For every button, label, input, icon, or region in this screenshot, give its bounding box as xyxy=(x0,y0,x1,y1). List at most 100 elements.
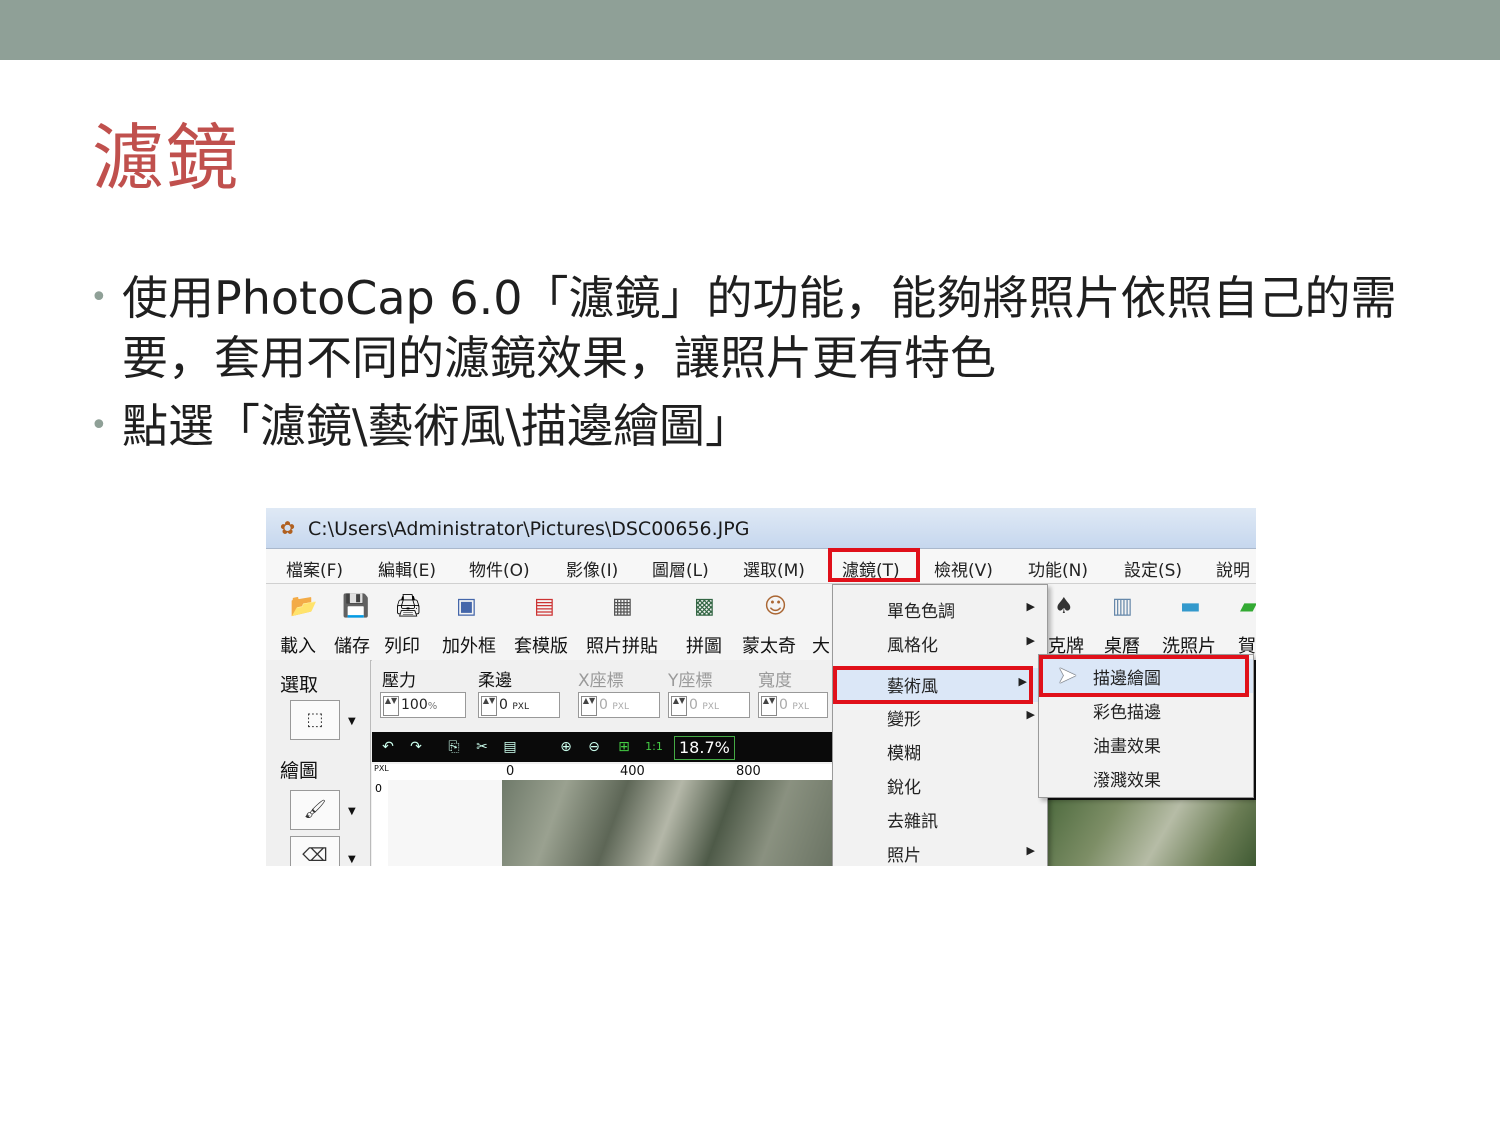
pressure-spinner[interactable]: ▲▼ 100% xyxy=(380,692,466,718)
save-disk-icon[interactable]: 💾 xyxy=(342,594,369,619)
puzzle-icon[interactable]: ▩ xyxy=(694,594,715,619)
filter-item-blur[interactable]: 模糊 xyxy=(833,733,1047,767)
toolbar-add-frame[interactable]: 加外框 xyxy=(442,632,496,658)
undo-icon[interactable]: ↶ xyxy=(376,736,400,758)
toolbar-more[interactable]: 大 xyxy=(812,632,830,658)
spinner-arrows-icon[interactable]: ▲▼ xyxy=(671,696,687,716)
art-item-splash[interactable]: 潑濺效果 xyxy=(1039,761,1253,795)
montage-icon[interactable]: ☺ xyxy=(764,594,787,619)
printer-icon[interactable]: 🖨 xyxy=(394,594,422,619)
filter-item-photo[interactable]: 照片 ▶ xyxy=(833,835,1047,866)
filter-item-label: 變形 xyxy=(887,710,921,730)
spinner-arrows-icon[interactable]: ▲▼ xyxy=(581,696,597,716)
sketch-highlight xyxy=(1039,655,1249,697)
paste-icon[interactable]: ▤ xyxy=(498,736,522,758)
menu-filter-highlight xyxy=(828,548,920,582)
bullet-item: • 點選「濾鏡\藝術風\描邊繪圖」 xyxy=(90,396,1420,456)
open-folder-icon[interactable]: 📂 xyxy=(290,594,317,619)
toolbar-puzzle[interactable]: 拼圖 xyxy=(686,632,722,658)
spinner-arrows-icon[interactable]: ▲▼ xyxy=(761,696,777,716)
brush-tool[interactable]: 🖌 xyxy=(290,790,340,830)
slide-title: 濾鏡 xyxy=(92,116,241,200)
bullet-dot-icon: • xyxy=(90,280,108,315)
chevron-down-icon[interactable]: ▼ xyxy=(348,806,356,817)
menu-help[interactable]: 說明 xyxy=(1216,556,1250,581)
bullet-list: • 使用PhotoCap 6.0「濾鏡」的功能，能夠將照片依照自己的需要，套用不… xyxy=(90,268,1420,464)
actual-size-button[interactable]: 1:1 xyxy=(642,736,666,758)
app-screenshot: ✿ C:\Users\Administrator\Pictures\DSC006… xyxy=(266,508,1256,866)
eraser-tool[interactable]: ⌫ xyxy=(290,836,340,866)
submenu-arrow-icon: ▶ xyxy=(1026,600,1035,613)
width-unit: PXL xyxy=(792,702,809,712)
pressure-value: 100 xyxy=(401,697,428,713)
calendar-icon[interactable]: ▥ xyxy=(1112,594,1133,619)
ruler-tick: 0 xyxy=(506,764,515,779)
chevron-down-icon[interactable]: ▼ xyxy=(348,854,356,865)
toolbar-photo-collage[interactable]: 照片拼貼 xyxy=(586,632,658,658)
print-photo-icon[interactable]: ▬ xyxy=(1180,594,1201,619)
cut-icon[interactable]: ✂ xyxy=(470,736,494,758)
photo-canvas[interactable] xyxy=(502,780,832,866)
pressure-unit: % xyxy=(427,701,438,712)
template-icon[interactable]: ▤ xyxy=(534,594,555,619)
ruler-tick: 400 xyxy=(620,764,645,779)
collage-icon[interactable]: ▦ xyxy=(612,594,633,619)
x-coord-unit: PXL xyxy=(612,702,629,712)
horizontal-ruler: PXL 0 400 800 xyxy=(372,764,832,781)
width-label: 寬度 xyxy=(758,671,792,691)
image-toolbar: ↶ ↷ ⎘ ✂ ▤ ⊕ ⊖ ⊞ 1:1 18.7% xyxy=(372,732,832,762)
menu-select[interactable]: 選取(M) xyxy=(743,556,805,581)
toolbar-montage[interactable]: 蒙太奇 xyxy=(742,632,796,658)
filter-item-distort[interactable]: 變形 ▶ xyxy=(833,699,1047,733)
copy-icon[interactable]: ⎘ xyxy=(442,736,466,758)
chevron-down-icon[interactable]: ▼ xyxy=(348,716,356,727)
toolbar-save[interactable]: 儲存 xyxy=(334,632,370,658)
filter-item-label: 去雜訊 xyxy=(887,812,938,832)
filter-item-label: 單色色調 xyxy=(887,602,955,622)
feather-value: 0 xyxy=(499,697,508,713)
filter-item-denoise[interactable]: 去雜訊 xyxy=(833,801,1047,835)
menu-file[interactable]: 檔案(F) xyxy=(286,556,343,581)
menu-image[interactable]: 影像(I) xyxy=(566,556,618,581)
menu-layer[interactable]: 圖層(L) xyxy=(652,556,709,581)
filter-item-sharpen[interactable]: 銳化 xyxy=(833,767,1047,801)
feather-spinner[interactable]: ▲▼ 0 PXL xyxy=(478,692,560,718)
x-coord-label: X座標 xyxy=(578,671,624,691)
spinner-arrows-icon[interactable]: ▲▼ xyxy=(481,696,497,716)
menu-object[interactable]: 物件(O) xyxy=(469,556,530,581)
zoom-in-icon[interactable]: ⊕ xyxy=(554,736,578,758)
x-coord-spinner[interactable]: ▲▼ 0 PXL xyxy=(578,692,660,718)
frame-icon[interactable]: ▣ xyxy=(456,594,477,619)
zoom-out-icon[interactable]: ⊖ xyxy=(582,736,606,758)
submenu-arrow-icon: ▶ xyxy=(1026,844,1035,857)
toolbar-load[interactable]: 載入 xyxy=(280,632,316,658)
art-item-oil-paint[interactable]: 油畫效果 xyxy=(1039,727,1253,761)
vruler-tick: 0 xyxy=(375,782,382,795)
menu-function[interactable]: 功能(N) xyxy=(1028,556,1088,581)
spinner-arrows-icon[interactable]: ▲▼ xyxy=(383,696,399,716)
width-spinner[interactable]: ▲▼ 0 PXL xyxy=(758,692,828,718)
canvas-margin xyxy=(388,780,502,866)
submenu-arrow-icon: ▶ xyxy=(1026,634,1035,647)
card-icon[interactable]: ▰ xyxy=(1240,594,1256,619)
menu-settings[interactable]: 設定(S) xyxy=(1124,556,1182,581)
rect-select-tool[interactable]: ⬚ xyxy=(290,700,340,740)
toolbar-print[interactable]: 列印 xyxy=(384,632,420,658)
artistic-submenu: 描邊繪圖 ➤ 彩色描邊 油畫效果 潑濺效果 xyxy=(1038,654,1254,798)
art-item-label: 潑濺效果 xyxy=(1093,771,1161,791)
y-coord-spinner[interactable]: ▲▼ 0 PXL xyxy=(668,692,750,718)
filter-item-stylize[interactable]: 風格化 ▶ xyxy=(833,625,1047,659)
redo-icon[interactable]: ↷ xyxy=(404,736,428,758)
draw-section-label: 繪圖 xyxy=(280,760,319,782)
feather-label: 柔邊 xyxy=(478,671,512,691)
filter-item-mono-tone[interactable]: 單色色調 ▶ xyxy=(833,591,1047,625)
toolbar-template[interactable]: 套模版 xyxy=(514,632,568,658)
zoom-level: 18.7% xyxy=(674,736,735,760)
y-coord-value: 0 xyxy=(689,697,698,713)
poker-icon[interactable]: ♠ xyxy=(1054,594,1074,619)
art-item-color-sketch[interactable]: 彩色描邊 xyxy=(1039,693,1253,727)
menu-view[interactable]: 檢視(V) xyxy=(934,556,993,581)
fit-window-icon[interactable]: ⊞ xyxy=(612,736,636,758)
y-coord-unit: PXL xyxy=(702,702,719,712)
menu-edit[interactable]: 編輯(E) xyxy=(378,556,436,581)
